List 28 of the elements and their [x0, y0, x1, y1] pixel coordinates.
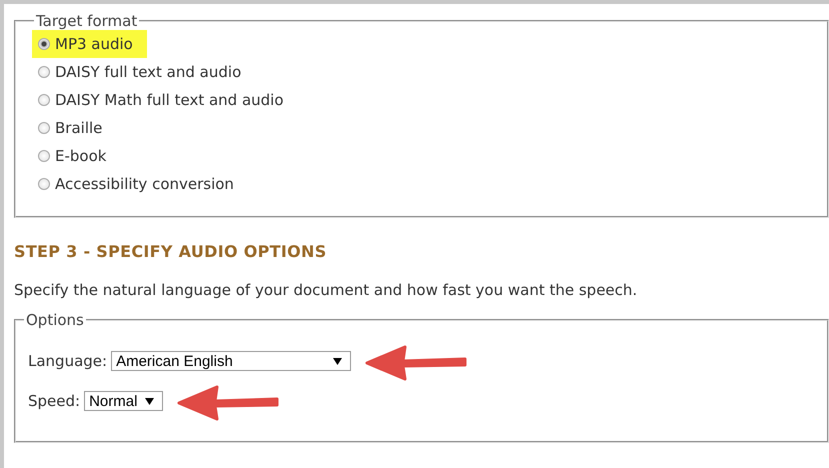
- radio-button[interactable]: [38, 150, 50, 162]
- dropdown[interactable]: American English: [111, 351, 352, 371]
- format-option[interactable]: DAISY full text and audio: [32, 58, 256, 86]
- radio-button[interactable]: [38, 38, 50, 50]
- group-legend: Target format: [34, 12, 140, 30]
- dropdown[interactable]: Normal: [84, 391, 164, 411]
- format-option[interactable]: Accessibility conversion: [32, 170, 248, 198]
- option-label: MP3 audio: [55, 35, 133, 53]
- radio-button[interactable]: [38, 178, 50, 190]
- radio-button[interactable]: [38, 122, 50, 134]
- option-label: E-book: [55, 147, 106, 165]
- format-option[interactable]: MP3 audio: [32, 30, 147, 58]
- step-heading: STEP 3 - SPECIFY AUDIO OPTIONS: [14, 242, 328, 261]
- field-label: Language:: [28, 352, 108, 370]
- option-label: DAISY full text and audio: [55, 63, 242, 81]
- option-label: DAISY Math full text and audio: [55, 91, 284, 109]
- format-option[interactable]: E-book: [32, 142, 120, 170]
- caret-icon: [145, 398, 154, 404]
- radio-button[interactable]: [38, 66, 50, 78]
- option-label: Accessibility conversion: [55, 175, 234, 193]
- group-legend: Options: [24, 311, 86, 329]
- radio-button[interactable]: [38, 94, 50, 106]
- format-option[interactable]: Braille: [32, 114, 116, 142]
- option-label: Braille: [55, 119, 102, 137]
- caret-icon: [333, 358, 342, 364]
- format-option[interactable]: DAISY Math full text and audio: [32, 86, 298, 114]
- description: Specify the natural language of your document and how fast you want the speech.: [14, 281, 638, 299]
- field-label: Speed:: [28, 392, 80, 410]
